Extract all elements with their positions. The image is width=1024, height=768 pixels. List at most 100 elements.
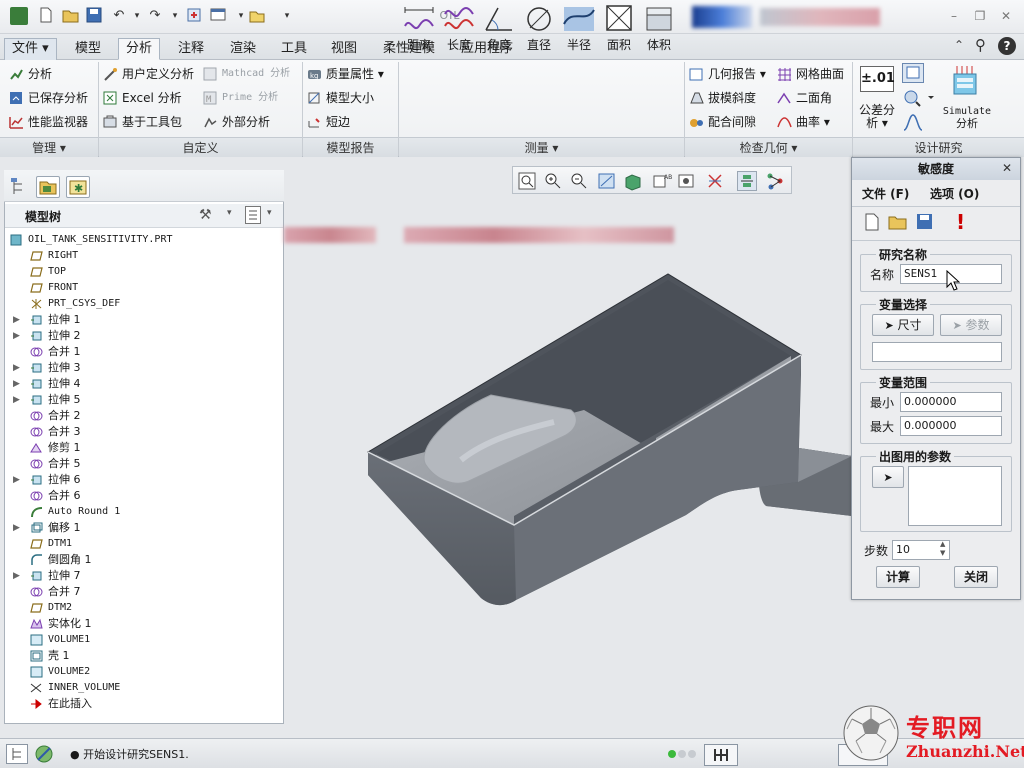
- close-button[interactable]: 关闭: [954, 566, 998, 588]
- tree-item[interactable]: VOLUME2: [6, 664, 282, 680]
- user-defined-analysis-button[interactable]: 用户定义分析: [102, 64, 194, 84]
- search-icon[interactable]: ⚲: [975, 36, 986, 54]
- minimize-icon[interactable]: –: [944, 8, 964, 24]
- restore-icon[interactable]: ❐: [970, 8, 990, 24]
- undo-icon[interactable]: ↶: [110, 7, 128, 25]
- tree-item[interactable]: 壳 1: [6, 648, 282, 664]
- tree-item[interactable]: PRT_CSYS_DEF: [6, 296, 282, 312]
- redo-dropdown-icon[interactable]: ▾: [166, 7, 184, 25]
- max-value-input[interactable]: 0.000000: [900, 416, 1002, 436]
- group-inspect-geometry[interactable]: 检查几何 ▾: [685, 137, 852, 157]
- tab-analysis[interactable]: 分析: [118, 38, 161, 60]
- undo-dropdown-icon[interactable]: ▾: [128, 7, 146, 25]
- toggle-browser-icon[interactable]: [34, 744, 54, 767]
- regenerate-icon[interactable]: [186, 7, 204, 25]
- model-tree-tab-icon[interactable]: [8, 176, 32, 198]
- close-window-icon[interactable]: [248, 7, 266, 25]
- menu-file[interactable]: 文件 (F): [862, 185, 909, 202]
- geometry-report-button[interactable]: 几何报告 ▾: [688, 64, 766, 84]
- redo-icon[interactable]: ↷: [146, 7, 164, 25]
- tree-item[interactable]: 合并 7: [6, 584, 282, 600]
- folder-browser-tab-icon[interactable]: [36, 176, 60, 198]
- tab-view[interactable]: 视图: [323, 38, 365, 60]
- tab-tools[interactable]: 工具: [273, 38, 315, 60]
- tab-annotate[interactable]: 注释: [170, 38, 212, 60]
- customize-toolbar-icon[interactable]: ▾: [278, 7, 296, 25]
- collapse-ribbon-icon[interactable]: ⌃: [954, 38, 964, 52]
- measure-radius-button[interactable]: 半径: [560, 4, 598, 53]
- tree-settings-icon[interactable]: ⚒: [199, 207, 212, 223]
- tree-item[interactable]: ▶ 拉伸 2: [6, 328, 282, 344]
- tree-item[interactable]: ▶ 拉伸 6: [6, 472, 282, 488]
- expand-arrow-icon[interactable]: ▶: [13, 312, 23, 328]
- tab-model[interactable]: 模型: [67, 38, 109, 60]
- new-file-icon[interactable]: [38, 7, 56, 25]
- open-file-icon[interactable]: [62, 7, 80, 25]
- simulate-analysis-button[interactable]: Simulate 分析: [936, 105, 998, 130]
- plot-parameters-list[interactable]: [908, 466, 1002, 526]
- measure-distance-button[interactable]: 距离: [400, 4, 438, 53]
- min-value-input[interactable]: 0.000000: [900, 392, 1002, 412]
- tab-file[interactable]: 文件 ▾: [4, 38, 57, 60]
- tree-item[interactable]: 合并 1: [6, 344, 282, 360]
- tree-item[interactable]: OIL_TANK_SENSITIVITY.PRT: [6, 232, 282, 248]
- oil-tank-model[interactable]: [366, 273, 852, 606]
- windows-icon[interactable]: [210, 7, 228, 25]
- tolerance-analysis-button[interactable]: 公差分析 ▾: [856, 104, 898, 130]
- simulate-icon[interactable]: [950, 64, 982, 98]
- short-edge-button[interactable]: 短边: [306, 112, 350, 132]
- close-icon[interactable]: ✕: [996, 8, 1016, 24]
- mathcad-analysis-button[interactable]: Mathcad 分析: [202, 64, 290, 84]
- group-manage[interactable]: 管理 ▾: [0, 137, 98, 157]
- save-icon[interactable]: [86, 7, 104, 25]
- tree-item[interactable]: 合并 6: [6, 488, 282, 504]
- tree-item[interactable]: DTM2: [6, 600, 282, 616]
- tree-item[interactable]: INNER_VOLUME: [6, 680, 282, 696]
- measure-angle-button[interactable]: 角度: [480, 4, 518, 53]
- tree-item[interactable]: 倒圆角 1: [6, 552, 282, 568]
- expand-arrow-icon[interactable]: ▶: [13, 360, 23, 376]
- external-analysis-button[interactable]: 外部分析: [202, 112, 270, 132]
- measure-length-button[interactable]: 长度: [440, 4, 478, 53]
- expand-arrow-icon[interactable]: ▶: [13, 328, 23, 344]
- tree-item[interactable]: 修剪 1: [6, 440, 282, 456]
- measure-volume-button[interactable]: 体积: [640, 4, 678, 53]
- tree-item[interactable]: ▶ 拉伸 3: [6, 360, 282, 376]
- tree-item[interactable]: ▶ 偏移 1: [6, 520, 282, 536]
- tree-item[interactable]: Auto Round 1: [6, 504, 282, 520]
- parameter-button[interactable]: ➤ 参数: [940, 314, 1002, 336]
- graphics-window[interactable]: [286, 160, 852, 736]
- select-plot-parameter-button[interactable]: ➤: [872, 466, 904, 488]
- tree-item[interactable]: 在此插入: [6, 696, 282, 712]
- help-icon[interactable]: ?: [998, 37, 1016, 55]
- sensitivity-study-icon[interactable]: [902, 63, 924, 83]
- favorites-tab-icon[interactable]: ✱: [66, 176, 90, 198]
- tree-item[interactable]: TOP: [6, 264, 282, 280]
- variable-value-field[interactable]: [872, 342, 1002, 362]
- tree-item[interactable]: 合并 3: [6, 424, 282, 440]
- error-indicator-icon[interactable]: !: [956, 210, 965, 234]
- tree-filter-icon[interactable]: [245, 206, 261, 224]
- dihedral-button[interactable]: 二面角: [776, 88, 832, 108]
- draft-button[interactable]: 拔模斜度: [688, 88, 756, 108]
- tree-item[interactable]: RIGHT: [6, 248, 282, 264]
- open-study-icon[interactable]: [888, 213, 908, 234]
- feasibility-study-icon[interactable]: [902, 88, 936, 108]
- tree-item[interactable]: ▶ 拉伸 1: [6, 312, 282, 328]
- expand-arrow-icon[interactable]: ▶: [13, 392, 23, 408]
- measure-diameter-button[interactable]: 直径: [520, 4, 558, 53]
- expand-arrow-icon[interactable]: ▶: [13, 376, 23, 392]
- tree-item[interactable]: ▶ 拉伸 5: [6, 392, 282, 408]
- tree-item[interactable]: ▶ 拉伸 7: [6, 568, 282, 584]
- tolerance-icon[interactable]: ±.01: [860, 66, 895, 92]
- dimension-button[interactable]: ➤ 尺寸: [872, 314, 934, 336]
- tree-filter-dropdown-icon[interactable]: ▾: [267, 208, 272, 218]
- tree-item[interactable]: 实体化 1: [6, 616, 282, 632]
- clearance-button[interactable]: 配合间隙: [688, 112, 756, 132]
- dialog-close-icon[interactable]: ✕: [1002, 161, 1012, 175]
- tree-item[interactable]: 合并 5: [6, 456, 282, 472]
- save-study-icon[interactable]: [916, 213, 934, 234]
- tab-render[interactable]: 渲染: [222, 38, 264, 60]
- tree-item[interactable]: 合并 2: [6, 408, 282, 424]
- tree-settings-dropdown-icon[interactable]: ▾: [227, 208, 232, 218]
